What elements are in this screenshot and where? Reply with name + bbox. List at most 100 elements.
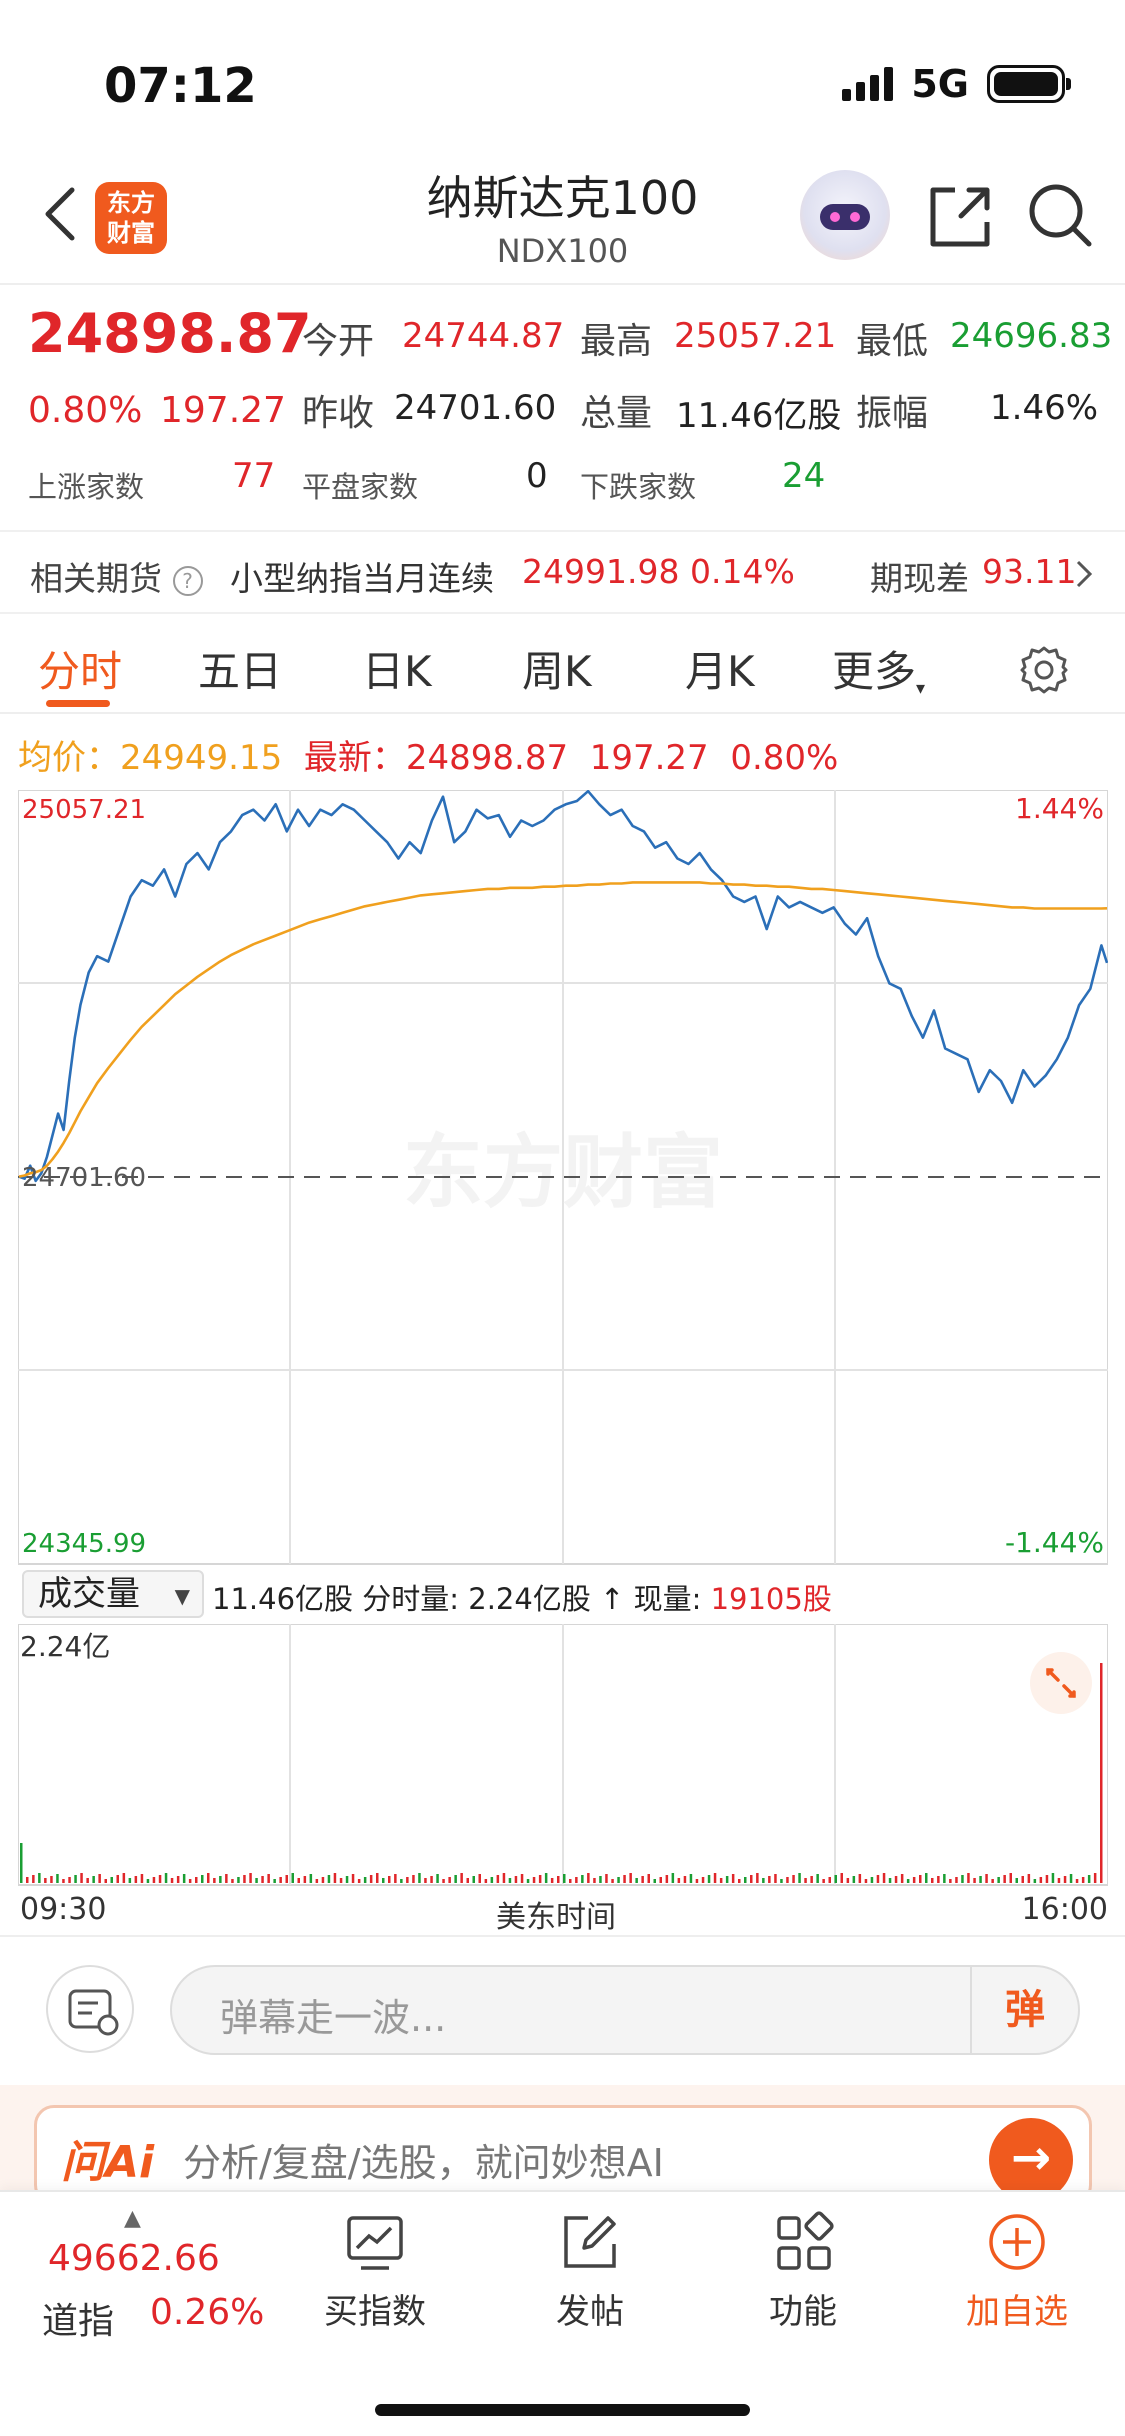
- volume-bar: [285, 1875, 288, 1883]
- futures-price: 24991.98: [522, 552, 680, 591]
- volume-bar: [943, 1874, 946, 1883]
- tab-more[interactable]: 更多▾: [832, 638, 925, 699]
- volume-bar: [774, 1874, 777, 1883]
- volume-bar: [882, 1873, 886, 1883]
- open-value: 24744.87: [402, 316, 565, 356]
- volume-bar: [532, 1877, 536, 1883]
- status-bar: 07:12 5G: [0, 0, 1125, 150]
- volume-bar: [1057, 1878, 1061, 1883]
- flat-count-label: 平盘家数: [302, 470, 419, 504]
- related-futures-row[interactable]: 相关期货 ? 小型纳指当月连续 24991.98 0.14% 期现差 93.11: [0, 530, 1125, 614]
- amplitude-value: 1.46%: [990, 388, 1099, 428]
- volume-bar: [1009, 1873, 1012, 1883]
- volume-bar: [731, 1874, 735, 1883]
- volume-bar: [44, 1878, 47, 1883]
- volume-bar: [110, 1877, 113, 1883]
- volume-bar: [973, 1878, 976, 1883]
- latest-pct: 0.80%: [730, 738, 839, 778]
- volume-bar: [345, 1876, 349, 1883]
- share-icon[interactable]: [925, 182, 995, 252]
- volume-bar: [695, 1879, 699, 1883]
- intraday-price-chart[interactable]: 东方财富 25057.21 24701.60 24345.99 1.44% -1…: [18, 790, 1108, 1565]
- ai-logo: 问Ai: [61, 2137, 155, 2188]
- edit-icon: [564, 2216, 616, 2268]
- quote-panel: 24898.87 0.80% 197.27 今开 24744.87 最高 250…: [0, 290, 1125, 530]
- volume-bar: [400, 1879, 403, 1883]
- dow-name[interactable]: 道指: [42, 2292, 114, 2344]
- volume-bar: [900, 1874, 904, 1883]
- assistant-robot-icon[interactable]: [800, 170, 890, 260]
- gear-icon[interactable]: [1018, 644, 1070, 696]
- expand-up-icon[interactable]: ▲: [124, 2206, 141, 2231]
- last-price: 24898.87: [28, 302, 312, 365]
- volume-chart[interactable]: 2.24亿: [18, 1624, 1108, 1886]
- search-icon[interactable]: [1025, 180, 1095, 250]
- volume-bar: [925, 1873, 928, 1883]
- flat-count: 0: [526, 456, 548, 496]
- add-watchlist-button[interactable]: 加自选: [942, 2210, 1092, 2333]
- y-label-top: 25057.21: [22, 795, 146, 825]
- volume-bar: [888, 1878, 892, 1883]
- volume-bar: [762, 1878, 765, 1883]
- volume-bar: [1093, 1873, 1097, 1883]
- tab-five-day[interactable]: 五日: [198, 638, 282, 699]
- tab-intraday[interactable]: 分时: [38, 638, 122, 699]
- volume-bar: [550, 1878, 554, 1883]
- high-value: 25057.21: [674, 316, 837, 356]
- volume-bar: [768, 1876, 771, 1883]
- basis-label: 期现差: [870, 559, 969, 598]
- indicator-select[interactable]: 成交量 ▼: [22, 1570, 204, 1618]
- caret-down-icon: ▾: [916, 678, 926, 699]
- dropdown-icon: ▼: [174, 1584, 190, 1608]
- volume-bar: [689, 1874, 693, 1883]
- volume-bar: [412, 1875, 415, 1883]
- volume-bar: [369, 1875, 373, 1883]
- volume-bar: [225, 1874, 228, 1883]
- functions-button[interactable]: 功能: [728, 2210, 878, 2333]
- buy-index-button[interactable]: 买指数: [300, 2210, 450, 2333]
- volume-bar: [719, 1878, 723, 1883]
- volume-bar: [303, 1876, 307, 1883]
- volume-bar: [213, 1878, 216, 1883]
- volume-bar: [158, 1875, 162, 1883]
- prev-close-value: 24701.60: [394, 388, 557, 428]
- tab-weekly-k[interactable]: 周K: [522, 638, 592, 699]
- chart-trend-icon: [347, 2216, 403, 2270]
- danmaku-bar: 弹幕走一波... 弹: [0, 1935, 1125, 2085]
- volume-bar: [231, 1879, 234, 1883]
- danmaku-input[interactable]: 弹幕走一波... 弹: [170, 1965, 1080, 2055]
- danmaku-send-button[interactable]: 弹: [970, 1967, 1078, 2053]
- volume-bar: [146, 1879, 150, 1883]
- volume-bar: [804, 1878, 807, 1883]
- tab-daily-k[interactable]: 日K: [362, 638, 432, 699]
- time-zone-label: 美东时间: [496, 1900, 616, 1935]
- post-button[interactable]: 发帖: [515, 2210, 665, 2333]
- dow-value[interactable]: 49662.66: [48, 2238, 220, 2279]
- volume-bar: [1021, 1876, 1024, 1883]
- volume-bar: [538, 1875, 542, 1883]
- volume-bar: [575, 1877, 578, 1883]
- volume-bar: [1100, 1663, 1103, 1883]
- volume-max-label: 2.24亿: [20, 1630, 110, 1663]
- volume-bar: [273, 1879, 276, 1883]
- tab-monthly-k[interactable]: 月K: [685, 638, 755, 699]
- expand-button[interactable]: [1030, 1652, 1092, 1714]
- volume-bar: [647, 1874, 650, 1883]
- help-icon[interactable]: ?: [172, 565, 203, 596]
- y-label-mid: 24701.60: [22, 1163, 146, 1193]
- latest-label: 最新：: [303, 738, 406, 778]
- volume-bar: [80, 1873, 83, 1883]
- volume-bar: [267, 1874, 270, 1883]
- volume-bar: [894, 1876, 898, 1883]
- latest-value: 24898.87: [405, 738, 569, 778]
- volume-bar: [1045, 1875, 1049, 1883]
- time-start: 09:30: [20, 1892, 107, 1927]
- volume-bar: [219, 1876, 222, 1883]
- volume-bar: [339, 1878, 343, 1883]
- danmaku-settings-button[interactable]: [46, 1965, 134, 2053]
- volume-bar: [376, 1873, 379, 1883]
- volume-bar: [744, 1877, 747, 1883]
- low-value: 24696.83: [950, 316, 1113, 356]
- volume-bar: [756, 1873, 759, 1883]
- volume-bar: [484, 1879, 488, 1883]
